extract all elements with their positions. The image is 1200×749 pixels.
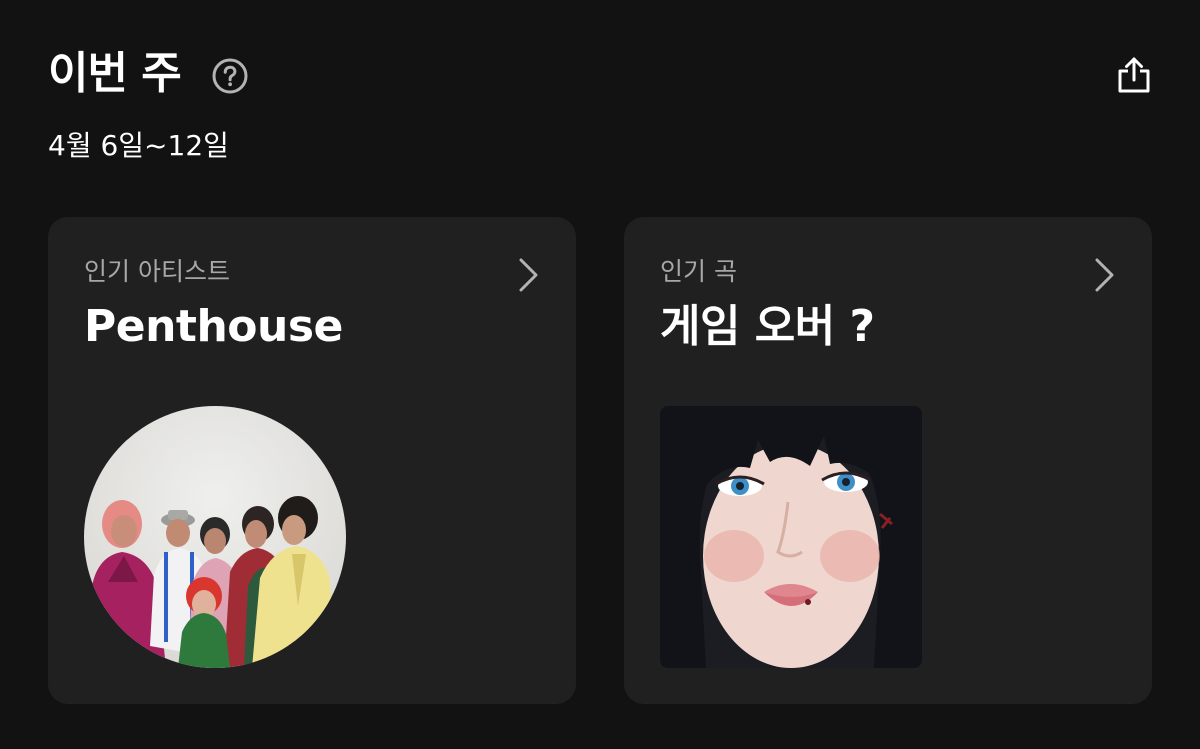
share-button[interactable] [1112,53,1156,97]
track-title: 게임 오버 ? [660,301,875,352]
help-icon[interactable] [211,57,249,95]
date-range: 4월 6일~12일 [48,129,229,162]
card-label: 인기 곡 [660,257,737,286]
top-artist-card[interactable]: 인기 아티스트 Penthouse [48,217,576,704]
album-cover [660,406,922,668]
artist-photo [84,406,346,668]
card-label: 인기 아티스트 [84,257,230,286]
chevron-right-icon [516,257,540,293]
chevron-right-icon [1092,257,1116,293]
share-icon [1118,57,1150,93]
page-title: 이번 주 [48,48,182,99]
top-track-card[interactable]: 인기 곡 게임 오버 ? [624,217,1152,704]
question-circle-icon [212,58,248,94]
artist-name: Penthouse [84,301,343,352]
